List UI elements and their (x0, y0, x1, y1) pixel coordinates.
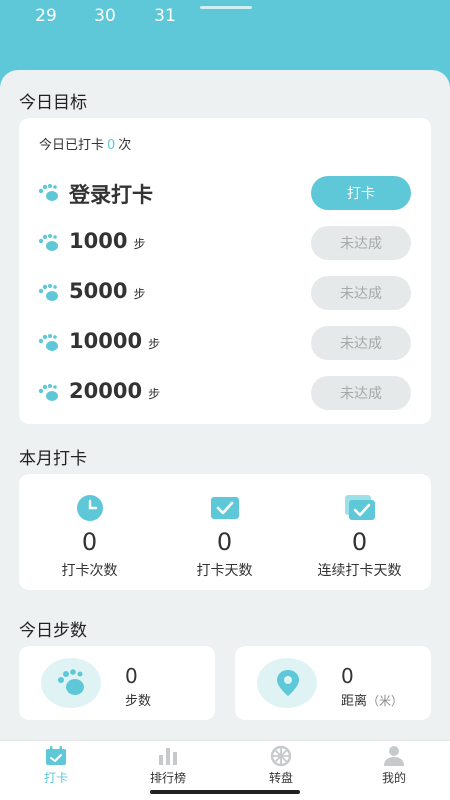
distance-value: 0 (341, 664, 354, 688)
tab-label: 转盘 (268, 771, 293, 785)
footprint-icon (38, 234, 58, 251)
month-checkin-title: 本月打卡 (19, 449, 87, 469)
goal-unit: 步 (133, 237, 146, 251)
today-steps-title: 今日步数 (19, 621, 87, 641)
distance-label: 距离 (341, 694, 368, 709)
stat-consecutive-days: 0 连续打卡天数 (291, 494, 428, 580)
calendar-day[interactable]: 31 (145, 6, 185, 26)
stat-label: 打卡天数 (196, 563, 253, 579)
goal-label: 登录打卡 (69, 179, 153, 209)
goal-label: 20000 步 (69, 379, 160, 403)
goal-row-20000: 20000 步 未达成 (19, 376, 431, 410)
goal-unit: 步 (133, 287, 146, 301)
goal-label-text: 10000 (69, 329, 143, 353)
goal-unit: 步 (148, 337, 161, 351)
checkin-count-value: 0 (107, 138, 116, 153)
tab-label: 打卡 (43, 771, 68, 785)
steps-value: 0 (125, 664, 138, 688)
today-goal-title: 今日目标 (19, 93, 87, 113)
stat-label: 连续打卡天数 (317, 563, 402, 579)
steps-icon-circle (41, 658, 101, 708)
stat-value: 0 (81, 528, 98, 556)
goal-row-5000: 5000 步 未达成 (19, 276, 431, 310)
tab-wheel[interactable]: 转盘 (225, 745, 337, 786)
tab-label: 排行榜 (149, 771, 186, 785)
checkin-button[interactable]: 打卡 (311, 176, 411, 210)
goal-label-text: 5000 (69, 279, 128, 303)
goal-status-button[interactable]: 未达成 (311, 276, 411, 310)
goal-status-button[interactable]: 未达成 (311, 326, 411, 360)
distance-label-line: 距离（米） (341, 690, 403, 709)
clock-icon (76, 495, 103, 521)
goal-row-login: 登录打卡 打卡 (19, 176, 431, 210)
goal-label: 10000 步 (69, 329, 160, 353)
tab-label: 我的 (381, 771, 406, 785)
month-checkin-card: 0 打卡次数 0 打卡天数 0 连续打卡天数 (19, 474, 431, 590)
double-check-icon (344, 495, 375, 520)
stat-checkin-days: 0 打卡天数 (156, 494, 293, 580)
location-pin-icon (277, 670, 299, 696)
tab-checkin[interactable]: 打卡 (0, 745, 112, 786)
goal-label: 5000 步 (69, 279, 145, 303)
today-goal-card: 今日已打卡 0 次 登录打卡 打卡 1000 步 未达成 5000 步 未达成 … (19, 118, 431, 424)
footprint-icon (38, 334, 58, 351)
checkin-count-line: 今日已打卡 0 次 (39, 134, 131, 153)
footprint-icon (38, 284, 58, 301)
distance-unit: （米） (367, 694, 404, 708)
goal-label-text: 登录打卡 (69, 183, 153, 207)
goal-row-1000: 1000 步 未达成 (19, 226, 431, 260)
calendar-divider (200, 6, 252, 9)
stat-label: 打卡次数 (61, 563, 118, 579)
stat-value: 0 (216, 528, 233, 556)
goal-unit: 步 (148, 387, 161, 401)
goal-label-text: 1000 (69, 229, 128, 253)
goal-row-10000: 10000 步 未达成 (19, 326, 431, 360)
person-icon (384, 746, 404, 766)
bar-chart-icon (159, 748, 177, 765)
steps-card: 0 步数 (19, 646, 215, 720)
tab-leaderboard[interactable]: 排行榜 (112, 745, 224, 786)
home-indicator[interactable] (150, 790, 300, 794)
distance-card: 0 距离（米） (235, 646, 431, 720)
footprint-icon (58, 669, 84, 695)
stat-value: 0 (351, 528, 368, 556)
tab-profile[interactable]: 我的 (338, 745, 450, 786)
stat-checkin-count: 0 打卡次数 (21, 494, 158, 580)
distance-icon-circle (257, 658, 317, 708)
footprint-icon (38, 184, 58, 201)
check-box-icon (210, 497, 239, 519)
wheel-icon (270, 745, 292, 767)
checkin-count-suffix: 次 (118, 138, 132, 153)
goal-label: 1000 步 (69, 229, 145, 253)
steps-label: 步数 (125, 694, 152, 709)
checkin-count-prefix: 今日已打卡 (39, 138, 105, 153)
goal-status-button[interactable]: 未达成 (311, 376, 411, 410)
calendar-check-icon (46, 746, 66, 765)
goal-status-button[interactable]: 未达成 (311, 226, 411, 260)
calendar-day[interactable]: 29 (26, 6, 66, 26)
footprint-icon (38, 384, 58, 401)
goal-label-text: 20000 (69, 379, 143, 403)
calendar-strip: 29 30 31 (0, 6, 450, 30)
calendar-day[interactable]: 30 (85, 6, 125, 26)
